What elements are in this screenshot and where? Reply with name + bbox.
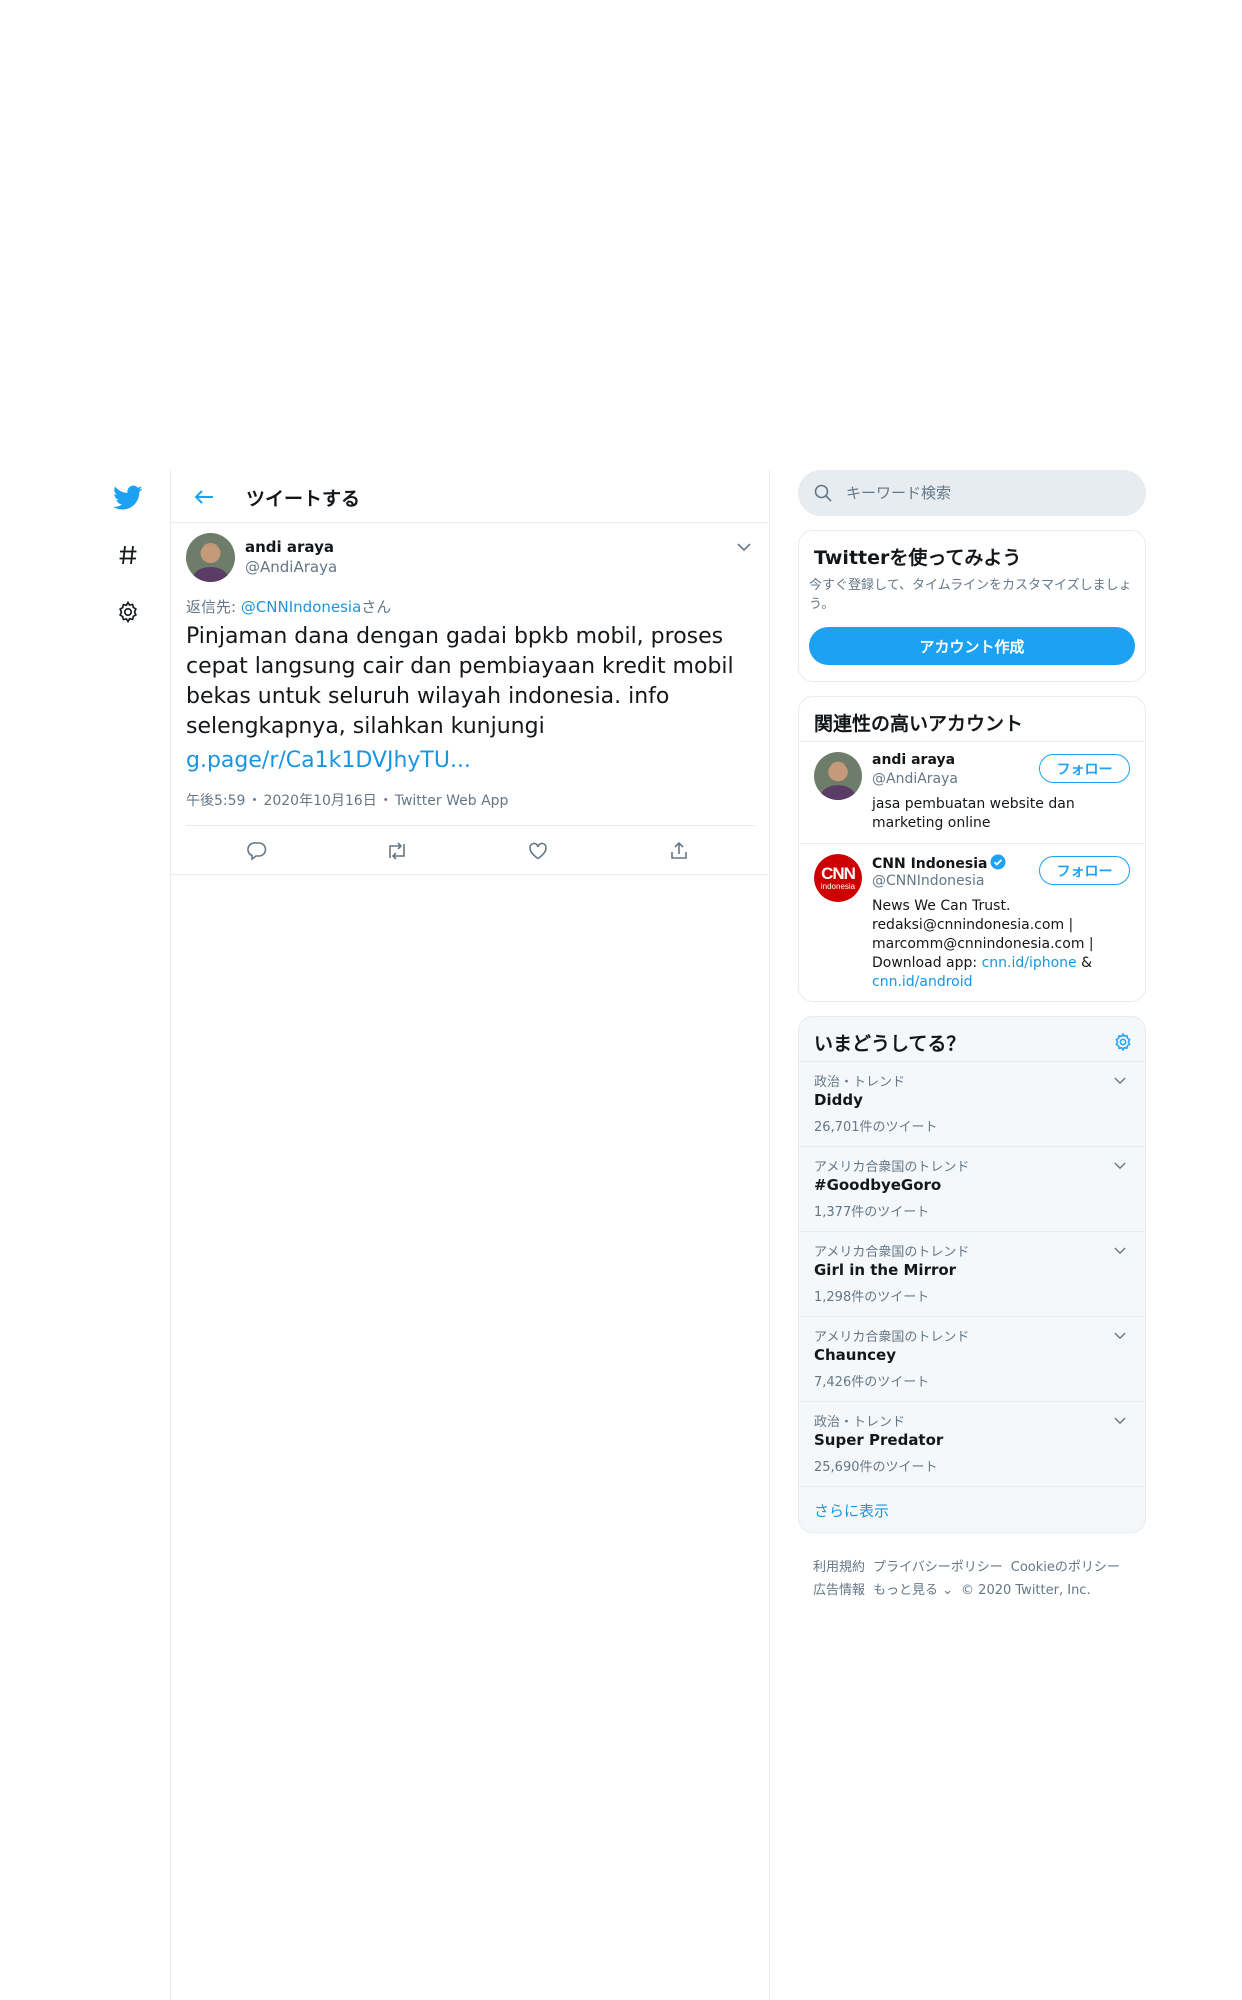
trend-count: 1,377件のツイート	[814, 1205, 930, 1220]
main-header: ツイートする	[171, 470, 769, 523]
reply-prefix: 返信先:	[186, 598, 241, 616]
trend-name[interactable]: #GoodbyeGoro	[814, 1176, 941, 1194]
reply-to-line: 返信先: @CNNIndonesiaさん	[186, 596, 391, 617]
footer-link-more[interactable]: もっと見る ⌄	[873, 1583, 953, 1598]
avatar[interactable]	[814, 752, 862, 800]
search-box[interactable]	[798, 470, 1146, 516]
trend-item[interactable]: アメリカ合衆国のトレンド #GoodbyeGoro 1,377件のツイート	[799, 1147, 1145, 1232]
signup-description: 今すぐ登録して、タイムラインをカスタマイズしましょう。	[809, 578, 1132, 612]
trends-title: いまどうしてる？	[814, 1033, 966, 1055]
verified-badge-icon	[990, 854, 1006, 874]
trend-category: アメリカ合衆国のトレンド	[814, 1330, 970, 1345]
retweet-icon[interactable]	[384, 838, 410, 864]
search-input[interactable]	[846, 476, 1126, 510]
footer: 利用規約 プライバシーポリシー Cookieのポリシー 広告情報 もっと見る ⌄ © 2…	[813, 1556, 1143, 1602]
footer-copyright: © 2020 Twitter, Inc.	[961, 1583, 1091, 1598]
signup-title: Twitterを使ってみよう	[814, 547, 1022, 569]
user-name[interactable]: CNN Indonesia	[872, 854, 1006, 874]
user-handle[interactable]: @AndiAraya	[872, 771, 958, 787]
meta-separator: ・	[247, 793, 262, 809]
chevron-down-icon[interactable]	[1109, 1410, 1131, 1432]
trend-category: 政治・トレンド	[814, 1075, 906, 1090]
cnn-logo-icon: CNN indonesia	[814, 854, 862, 902]
create-account-button[interactable]: アカウント作成	[809, 627, 1135, 665]
trend-count: 26,701件のツイート	[814, 1120, 938, 1135]
user-item[interactable]: CNN indonesia CNN Indonesia @CNNIndonesi…	[799, 844, 1145, 1001]
trends-card: いまどうしてる？ 政治・トレンド Diddy 26,701件のツイート アメリカ…	[798, 1016, 1146, 1533]
tweet-source: Twitter Web App	[394, 793, 509, 809]
blank-area	[0, 0, 1242, 470]
cnn-logo-subtext: indonesia	[820, 882, 856, 891]
trend-count: 25,690件のツイート	[814, 1460, 938, 1475]
user-handle[interactable]: @CNNIndonesia	[872, 873, 984, 889]
user-name-text[interactable]: CNN Indonesia	[872, 856, 987, 872]
footer-link-terms[interactable]: 利用規約	[813, 1560, 865, 1575]
search-icon	[813, 483, 833, 503]
author-avatar[interactable]	[186, 533, 235, 582]
trend-item[interactable]: アメリカ合衆国のトレンド Girl in the Mirror 1,298件のツ…	[799, 1232, 1145, 1317]
trend-name[interactable]: Diddy	[814, 1091, 863, 1109]
tweet-time[interactable]: 午後5:59	[186, 793, 245, 809]
twitter-logo-icon[interactable]	[108, 478, 148, 518]
page-title: ツイートする	[246, 488, 361, 510]
trend-category: アメリカ合衆国のトレンド	[814, 1160, 970, 1175]
reply-icon[interactable]	[244, 838, 270, 864]
chevron-down-icon[interactable]	[733, 536, 755, 558]
cnn-logo-text: CNN	[821, 864, 856, 883]
reply-suffix: さん	[361, 598, 392, 616]
trend-category: 政治・トレンド	[814, 1415, 906, 1430]
trend-item[interactable]: 政治・トレンド Diddy 26,701件のツイート	[799, 1062, 1145, 1147]
show-more-link[interactable]: さらに表示	[814, 1500, 889, 1521]
settings-gear-icon[interactable]	[1112, 1031, 1134, 1053]
author-handle[interactable]: @AndiAraya	[245, 558, 337, 576]
relevant-title: 関連性の高いアカウント	[814, 713, 1024, 735]
user-item[interactable]: andi araya @AndiAraya jasa pembuatan web…	[799, 742, 1145, 844]
back-arrow-icon[interactable]	[189, 482, 219, 512]
trend-name[interactable]: Chauncey	[814, 1346, 896, 1364]
trend-name[interactable]: Girl in the Mirror	[814, 1261, 956, 1279]
user-name[interactable]: andi araya	[872, 752, 955, 768]
footer-link-ads[interactable]: 広告情報	[813, 1583, 865, 1598]
settings-gear-icon[interactable]	[108, 592, 148, 632]
meta-separator: ・	[378, 793, 393, 809]
tweet-action-bar	[186, 825, 756, 874]
trend-category: アメリカ合衆国のトレンド	[814, 1245, 970, 1260]
trend-name[interactable]: Super Predator	[814, 1431, 943, 1449]
tweet-text: Pinjaman dana dengan gadai bpkb mobil, p…	[186, 624, 734, 739]
bio-link-iphone[interactable]: cnn.id/iphone	[982, 955, 1077, 971]
follow-button[interactable]: フォロー	[1039, 856, 1130, 885]
main-column: ツイートする andi araya @AndiAraya 返信先: @CNNIn…	[170, 470, 770, 2000]
chevron-down-icon[interactable]	[1109, 1325, 1131, 1347]
trend-count: 1,298件のツイート	[814, 1290, 930, 1305]
user-bio: News We Can Trust. redaksi@cnnindonesia.…	[872, 897, 1137, 992]
avatar[interactable]: CNN indonesia	[814, 854, 862, 902]
signup-card: Twitterを使ってみよう 今すぐ登録して、タイムラインをカスタマイズしましょ…	[798, 530, 1146, 682]
chevron-down-icon[interactable]	[1109, 1155, 1131, 1177]
reply-mention-link[interactable]: @CNNIndonesia	[241, 598, 361, 616]
bio-link-android[interactable]: cnn.id/android	[872, 974, 973, 990]
user-name-text[interactable]: andi araya	[872, 752, 955, 768]
chevron-down-icon[interactable]	[1109, 1240, 1131, 1262]
trend-item[interactable]: 政治・トレンド Super Predator 25,690件のツイート	[799, 1402, 1145, 1487]
author-name[interactable]: andi araya	[245, 538, 334, 556]
tweet-link[interactable]: g.page/r/Ca1k1DVJhyTU...	[186, 746, 471, 776]
trend-count: 7,426件のツイート	[814, 1375, 930, 1390]
bio-amp: &	[1076, 955, 1093, 971]
share-icon[interactable]	[666, 838, 692, 864]
relevant-accounts-card: 関連性の高いアカウント andi araya @AndiAraya jasa p…	[798, 696, 1146, 1002]
chevron-down-icon[interactable]	[1109, 1070, 1131, 1092]
like-heart-icon[interactable]	[525, 838, 551, 864]
tweet-date[interactable]: 2020年10月16日	[263, 793, 376, 809]
hashtag-explore-icon[interactable]	[108, 535, 148, 575]
trend-item[interactable]: アメリカ合衆国のトレンド Chauncey 7,426件のツイート	[799, 1317, 1145, 1402]
divider	[171, 874, 769, 875]
footer-link-cookies[interactable]: Cookieのポリシー	[1011, 1560, 1120, 1575]
user-bio: jasa pembuatan website dan marketing onl…	[872, 796, 1075, 831]
footer-link-privacy[interactable]: プライバシーポリシー	[873, 1560, 1003, 1575]
tweet-timestamp: 午後5:59 ・ 2020年10月16日・ Twitter Web App	[186, 790, 508, 810]
follow-button[interactable]: フォロー	[1039, 754, 1130, 783]
